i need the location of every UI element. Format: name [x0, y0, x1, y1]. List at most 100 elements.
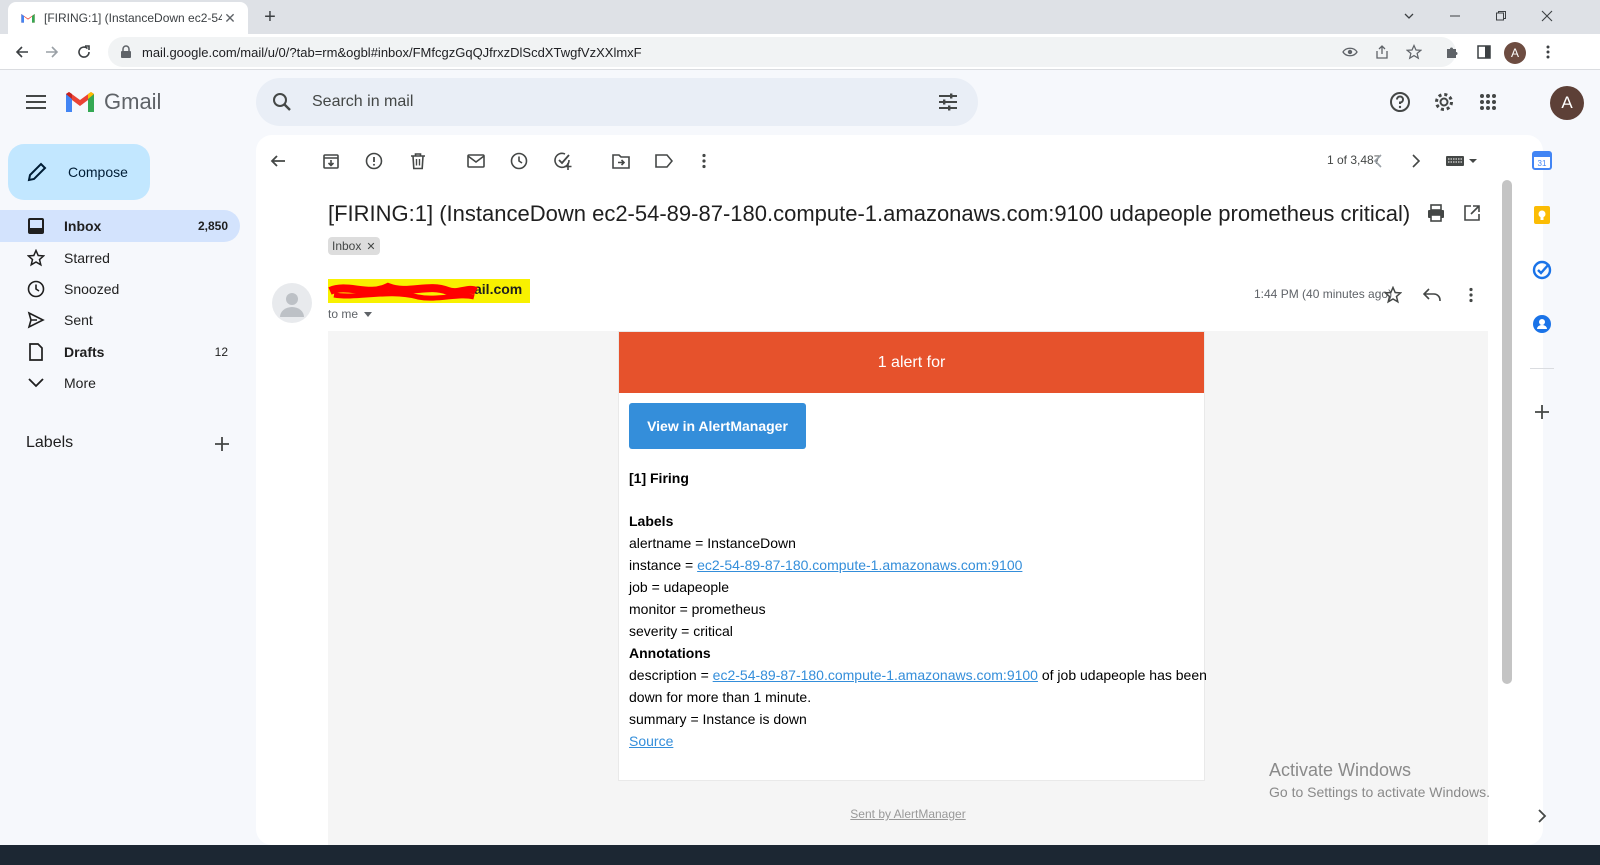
label-tag-icon[interactable] [650, 147, 678, 175]
email-subject: [FIRING:1] (InstanceDown ec2-54-89-87-18… [328, 201, 1411, 226]
remove-label-icon[interactable]: ✕ [366, 240, 375, 253]
eye-icon[interactable] [1342, 44, 1358, 60]
new-tab-button[interactable]: + [258, 6, 282, 30]
move-to-icon[interactable] [607, 147, 635, 175]
nav-item-sent[interactable]: Sent [0, 304, 240, 336]
labels-title-text: Labels [629, 513, 674, 529]
send-icon [26, 310, 46, 330]
search-icon[interactable] [270, 90, 294, 114]
label-instance: instance = ec2-54-89-87-180.compute-1.am… [629, 557, 1022, 573]
sent-by-footer: Sent by AlertManager [328, 807, 1488, 821]
watermark-line2: Go to Settings to activate Windows. [1269, 784, 1490, 800]
forward-icon[interactable] [38, 38, 66, 66]
nav-item-snoozed[interactable]: Snoozed [0, 273, 240, 305]
annotation-summary: summary = Instance is down [629, 711, 807, 727]
archive-icon[interactable] [317, 147, 345, 175]
redaction-scribble [328, 282, 478, 301]
chip-label: Inbox [332, 239, 362, 253]
star-message-icon[interactable] [1379, 281, 1407, 309]
open-new-window-icon[interactable] [1458, 199, 1486, 227]
tasks-icon[interactable] [1530, 258, 1554, 282]
view-in-alertmanager-button[interactable]: View in AlertManager [629, 403, 806, 449]
newer-chevron-icon[interactable] [1364, 147, 1392, 175]
more-actions-icon[interactable] [690, 147, 718, 175]
source-link[interactable]: Source [629, 733, 673, 749]
delete-icon[interactable] [404, 147, 432, 175]
description-prefix: description = [629, 667, 713, 683]
search-input[interactable] [312, 90, 872, 114]
older-chevron-icon[interactable] [1402, 147, 1430, 175]
watermark-line1: Activate Windows [1269, 760, 1412, 780]
add-label-icon[interactable] [212, 434, 232, 454]
label-alertname: alertname = InstanceDown [629, 535, 796, 551]
recipients-toggle[interactable]: to me [328, 307, 373, 321]
clock-icon [26, 279, 46, 299]
browser-tab[interactable]: [FIRING:1] (InstanceDown ec2-54 ✕ [8, 2, 248, 34]
message-scrollbar[interactable] [1502, 180, 1512, 684]
tab-search-icon[interactable] [1386, 0, 1432, 32]
sent-by-link[interactable]: Sent by AlertManager [850, 807, 965, 821]
add-task-icon[interactable] [549, 147, 577, 175]
reply-icon[interactable] [1418, 281, 1446, 309]
nav-item-drafts[interactable]: Drafts 12 [0, 336, 240, 368]
annotation-description: description = ec2-54-89-87-180.compute-1… [629, 667, 1207, 683]
reload-icon[interactable] [70, 38, 98, 66]
snooze-icon[interactable] [505, 147, 533, 175]
nav-item-more[interactable]: More [0, 367, 240, 399]
to-me-text: to me [328, 307, 359, 321]
minimize-icon[interactable] [1432, 0, 1478, 32]
help-icon[interactable] [1386, 88, 1414, 116]
search-options-icon[interactable] [936, 90, 960, 114]
annotations-title-text: Annotations [629, 645, 711, 661]
side-panel-icon[interactable] [1470, 38, 1498, 66]
sender-address[interactable]: ail.com [328, 279, 531, 303]
nav-item-starred[interactable]: Starred [0, 242, 240, 274]
close-window-icon[interactable] [1524, 0, 1570, 32]
message-more-icon[interactable] [1457, 281, 1485, 309]
address-bar[interactable]: mail.google.com/mail/u/0/?tab=rm&ogbl#in… [108, 37, 1456, 67]
keep-notes-icon[interactable] [1530, 203, 1554, 227]
nav-label: Inbox [64, 218, 102, 234]
back-icon[interactable] [8, 38, 36, 66]
apps-grid-icon[interactable] [1474, 88, 1502, 116]
compose-button[interactable]: Compose [8, 144, 150, 200]
inbox-label-chip[interactable]: Inbox ✕ [328, 237, 380, 255]
instance-prefix: instance = [629, 557, 698, 573]
expand-side-panel-icon[interactable] [1530, 804, 1554, 828]
svg-text:31: 31 [1538, 159, 1547, 168]
extensions-icon[interactable] [1438, 38, 1466, 66]
annotation-description-line2: down for more than 1 minute. [629, 689, 812, 705]
calendar-icon[interactable]: 31 [1530, 148, 1554, 172]
alert-card: 1 alert for View in AlertManager [1] Fir… [618, 331, 1207, 781]
main-menu-icon[interactable] [22, 88, 50, 116]
search-bar[interactable] [256, 78, 978, 126]
gmail-favicon-icon [21, 14, 35, 23]
nav-label: Snoozed [64, 281, 120, 297]
settings-gear-icon[interactable] [1430, 88, 1458, 116]
account-avatar[interactable]: A [1550, 86, 1584, 120]
print-icon[interactable] [1422, 199, 1450, 227]
restore-icon[interactable] [1478, 0, 1524, 32]
instance-link[interactable]: ec2-54-89-87-180.compute-1.amazonaws.com… [697, 557, 1022, 573]
input-tools-icon[interactable] [1442, 147, 1482, 175]
get-addons-icon[interactable] [1530, 400, 1554, 424]
description-link[interactable]: ec2-54-89-87-180.compute-1.amazonaws.com… [713, 667, 1038, 683]
sender-visible-text: ail.com [474, 281, 523, 297]
browser-profile-avatar[interactable]: A [1504, 42, 1526, 64]
mark-unread-icon[interactable] [462, 147, 490, 175]
browser-menu-icon[interactable] [1534, 38, 1562, 66]
tab-title: [FIRING:1] (InstanceDown ec2-54 [44, 11, 222, 25]
message-time: 1:44 PM (40 minutes ago) [1254, 287, 1393, 301]
alert-header: 1 alert for [619, 332, 1204, 393]
share-icon[interactable] [1374, 44, 1390, 60]
caret-down-icon [364, 311, 373, 317]
source-link-row: Source [629, 733, 673, 749]
report-spam-icon[interactable] [360, 147, 388, 175]
back-to-inbox-icon[interactable] [264, 147, 292, 175]
nav-item-inbox[interactable]: Inbox 2,850 [0, 210, 240, 242]
contacts-icon[interactable] [1530, 312, 1554, 336]
tab-close-icon[interactable]: ✕ [222, 10, 238, 26]
message-view: 1 of 3,487 [FIRING:1] (InstanceDown ec2-… [256, 135, 1543, 845]
bookmark-star-icon[interactable] [1406, 44, 1422, 60]
gmail-logo[interactable]: Gmail [64, 89, 161, 115]
